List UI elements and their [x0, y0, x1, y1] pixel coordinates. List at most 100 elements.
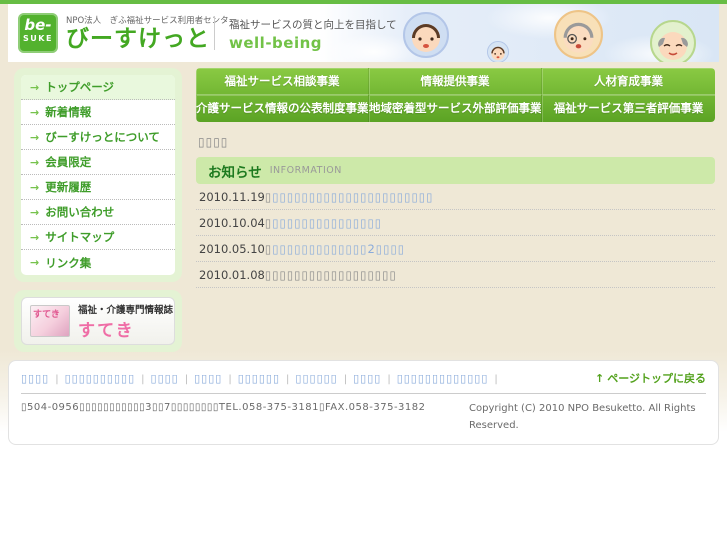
- news-text: ▯▯▯▯▯▯▯▯▯▯▯▯▯▯▯▯▯▯: [264, 267, 397, 282]
- arrow-right-icon: →: [30, 180, 40, 194]
- site-header: be- SUKE NPO法人 ぎふ福祉サービス利用者センター びーすけっと 福祉…: [8, 4, 719, 62]
- news-link[interactable]: ▯▯▯▯▯▯▯▯▯▯▯▯▯▯▯▯▯▯▯▯▯▯: [272, 190, 433, 204]
- news-row: 2010.11.19 ▯ ▯▯▯▯▯▯▯▯▯▯▯▯▯▯▯▯▯▯▯▯▯▯: [196, 184, 715, 210]
- sidebar: → トップページ → 新着情報 → びーすけっとについて → 会員限定 → 更新…: [14, 68, 182, 352]
- separator: |: [494, 373, 498, 385]
- nav-information-business[interactable]: 情報提供事業: [369, 68, 542, 95]
- nav-community-service-evaluation[interactable]: 地域密着型サービス外部評価事業: [369, 95, 542, 122]
- elderly-woman-face-icon: [554, 10, 603, 62]
- sidebar-item-news[interactable]: → 新着情報: [21, 100, 175, 125]
- elderly-man-face-icon: [650, 20, 696, 62]
- page-top-label: ページトップに戻る: [607, 372, 706, 385]
- separator: |: [228, 373, 232, 385]
- footer-link[interactable]: ▯▯▯▯▯▯: [238, 372, 280, 385]
- news-prefix: ▯: [264, 215, 273, 230]
- site-footer: ▯▯▯▯ | ▯▯▯▯▯▯▯▯▯▯ | ▯▯▯▯ | ▯▯▯▯ | ▯▯▯▯▯▯ | ▯▯▯▯▯▯ |…: [8, 360, 719, 445]
- news-heading-en: INFORMATION: [269, 165, 342, 176]
- nav-care-service-disclosure[interactable]: 介護サービス情報の公表制度事業: [196, 95, 369, 122]
- footer-divider: [21, 393, 706, 394]
- header-tagline: 福祉サービスの質と向上を目指して well-being: [229, 17, 397, 52]
- sidebar-item-members[interactable]: → 会員限定: [21, 150, 175, 175]
- banner-subtitle: 福祉・介護専門情報誌: [78, 304, 174, 316]
- breadcrumb: ▯▯▯▯: [198, 135, 229, 149]
- logo-badge-top: be-: [24, 16, 52, 34]
- separator: |: [184, 373, 189, 385]
- news-section-heading: お知らせ INFORMATION: [196, 157, 715, 184]
- footer-bottom: ▯504-0956▯▯▯▯▯▯▯▯▯▯▯3▯▯7▯▯▯▯▯▯▯▯TEL.058-…: [21, 400, 706, 434]
- sidebar-item-label: びーすけっとについて: [45, 130, 160, 144]
- page-wrapper: be- SUKE NPO法人 ぎふ福祉サービス利用者センター びーすけっと 福祉…: [8, 4, 719, 445]
- footer-address: ▯504-0956▯▯▯▯▯▯▯▯▯▯▯3▯▯7▯▯▯▯▯▯▯▯TEL.058-…: [21, 402, 426, 413]
- sidebar-item-about[interactable]: → びーすけっとについて: [21, 125, 175, 150]
- footer-link[interactable]: ▯▯▯▯: [21, 372, 49, 385]
- sidebar-item-contact[interactable]: → お問い合わせ: [21, 200, 175, 225]
- news-prefix: ▯: [264, 189, 273, 204]
- separator: |: [387, 373, 391, 385]
- child-face-icon: [487, 41, 509, 62]
- arrow-right-icon: →: [30, 105, 40, 119]
- footer-link[interactable]: ▯▯▯▯▯▯▯▯▯▯▯▯▯: [397, 372, 489, 385]
- arrow-right-icon: →: [30, 155, 40, 169]
- sidebar-item-label: お問い合わせ: [45, 205, 115, 219]
- news-row: 2010.05.10 ▯ ▯▯▯▯▯▯▯▯▯▯▯▯▯2▯▯▯▯: [196, 236, 715, 262]
- suteki-magazine-banner[interactable]: すてき 福祉・介護専門情報誌 すてき: [21, 297, 175, 345]
- sidebar-item-update-history[interactable]: → 更新履歴: [21, 175, 175, 200]
- sidebar-item-sitemap[interactable]: → サイトマップ: [21, 225, 175, 250]
- footer-link[interactable]: ▯▯▯▯: [194, 372, 222, 385]
- arrow-right-icon: →: [30, 130, 40, 144]
- arrow-right-icon: →: [30, 256, 40, 269]
- nav-hr-development-business[interactable]: 人材育成事業: [542, 68, 715, 95]
- news-prefix: ▯: [264, 241, 273, 256]
- footer-link[interactable]: ▯▯▯▯▯▯▯▯▯▯: [65, 372, 136, 385]
- sidebar-item-links[interactable]: → リンク集: [21, 250, 175, 275]
- separator: |: [55, 373, 59, 385]
- footer-link[interactable]: ▯▯▯▯▯▯: [295, 372, 337, 385]
- news-heading-jp: お知らせ: [208, 164, 262, 181]
- news-date: 2010.10.04: [199, 215, 265, 230]
- logo-badge-bottom: SUKE: [23, 34, 53, 43]
- footer-link[interactable]: ▯▯▯▯: [353, 372, 381, 385]
- news-row: 2010.10.04 ▯ ▯▯▯▯▯▯▯▯▯▯▯▯▯▯▯: [196, 210, 715, 236]
- page-top-link[interactable]: ↑ ページトップに戻る: [595, 370, 706, 386]
- news-date: 2010.01.08: [199, 267, 265, 282]
- news-row: 2010.01.08 ▯▯▯▯▯▯▯▯▯▯▯▯▯▯▯▯▯▯: [196, 262, 715, 288]
- news-link[interactable]: ▯▯▯▯▯▯▯▯▯▯▯▯▯▯▯: [272, 216, 382, 230]
- sidebar-menu: → トップページ → 新着情報 → びーすけっとについて → 会員限定 → 更新…: [21, 75, 175, 275]
- news-link[interactable]: ▯▯▯▯▯▯▯▯▯▯▯▯▯2▯▯▯▯: [272, 242, 405, 256]
- arrow-right-icon: →: [30, 205, 40, 219]
- logo-badge-icon: be- SUKE: [18, 13, 58, 53]
- main-navigation: 福祉サービス相談事業 情報提供事業 人材育成事業 介護サービス情報の公表制度事業…: [196, 68, 715, 122]
- sidebar-item-label: 会員限定: [45, 155, 92, 169]
- footer-links: ▯▯▯▯ | ▯▯▯▯▯▯▯▯▯▯ | ▯▯▯▯ | ▯▯▯▯ | ▯▯▯▯▯▯ | ▯▯▯▯▯▯ |…: [21, 372, 595, 385]
- news-list: 2010.11.19 ▯ ▯▯▯▯▯▯▯▯▯▯▯▯▯▯▯▯▯▯▯▯▯▯ 2010…: [196, 184, 715, 288]
- arrow-right-icon: →: [30, 80, 40, 94]
- banner-title: すてき: [78, 320, 135, 341]
- news-date: 2010.05.10: [199, 241, 265, 256]
- magazine-cover-text: すてき: [33, 310, 60, 320]
- site-logo[interactable]: be- SUKE NPO法人 ぎふ福祉サービス利用者センター びーすけっと: [18, 13, 237, 53]
- separator: |: [286, 373, 290, 385]
- tagline-jp: 福祉サービスの質と向上を目指して: [229, 19, 397, 31]
- body-columns: → トップページ → 新着情報 → びーすけっとについて → 会員限定 → 更新…: [8, 62, 719, 352]
- sidebar-item-top-page[interactable]: → トップページ: [21, 75, 175, 100]
- logo-title: びーすけっと: [66, 25, 210, 52]
- nav-third-party-evaluation[interactable]: 福祉サービス第三者評価事業: [542, 95, 715, 122]
- sidebar-banner-box: すてき 福祉・介護専門情報誌 すてき: [14, 290, 182, 352]
- nav-consultation-business[interactable]: 福祉サービス相談事業: [196, 68, 369, 95]
- copyright-notice: Copyright (C) 2010 NPO Besuketto. All Ri…: [469, 403, 696, 431]
- sidebar-item-label: トップページ: [45, 80, 114, 94]
- logo-text: NPO法人 ぎふ福祉サービス利用者センター びーすけっと: [66, 14, 237, 52]
- footer-links-row: ▯▯▯▯ | ▯▯▯▯▯▯▯▯▯▯ | ▯▯▯▯ | ▯▯▯▯ | ▯▯▯▯▯▯ | ▯▯▯▯▯▯ |…: [21, 366, 706, 390]
- sidebar-item-label: 更新履歴: [45, 180, 92, 194]
- separator: |: [141, 373, 145, 385]
- logo-subtitle: NPO法人 ぎふ福祉サービス利用者センター: [66, 15, 238, 26]
- header-divider: [214, 16, 215, 50]
- sidebar-item-label: 新着情報: [45, 105, 92, 119]
- banner-text: 福祉・介護専門情報誌 すてき: [78, 302, 173, 341]
- sidebar-item-label: サイトマップ: [45, 230, 115, 244]
- tagline-en: well-being: [229, 34, 323, 52]
- arrow-up-icon: ↑: [595, 372, 605, 385]
- news-date: 2010.11.19: [199, 189, 265, 204]
- magazine-cover-thumbnail: すてき: [30, 305, 70, 337]
- footer-link[interactable]: ▯▯▯▯: [151, 372, 179, 385]
